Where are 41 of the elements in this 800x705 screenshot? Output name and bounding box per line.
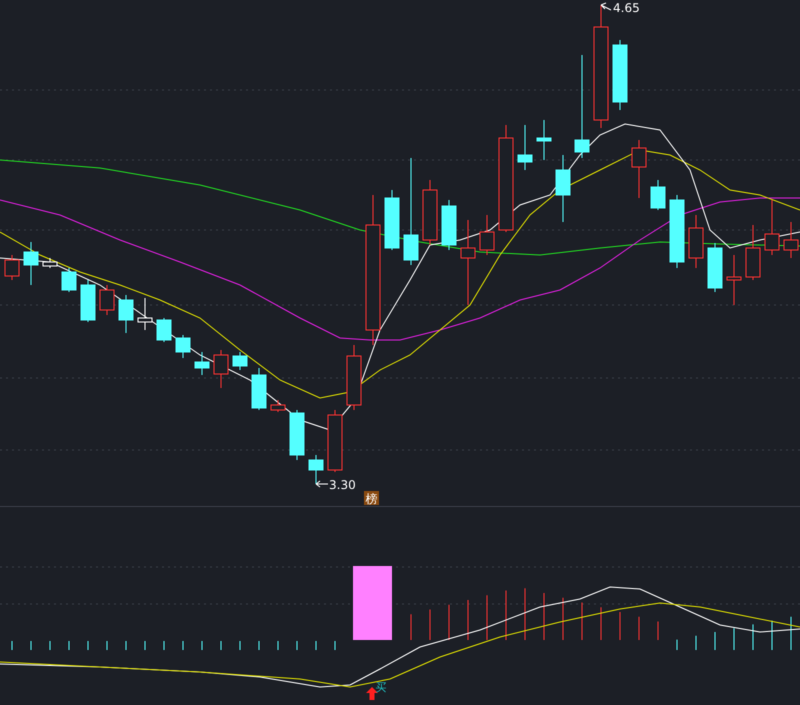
candlestick — [308, 454, 324, 484]
candlestick — [118, 294, 134, 334]
candlestick — [176, 334, 190, 358]
candlestick — [156, 318, 172, 342]
candlestick — [232, 352, 248, 370]
candlestick — [62, 268, 76, 292]
candlestick — [708, 242, 722, 292]
high-price-label: 4.65 — [613, 1, 640, 15]
candlestick — [632, 140, 646, 198]
candlestick — [346, 344, 362, 410]
candlestick — [214, 350, 228, 388]
candlestick — [270, 400, 286, 412]
candlestick — [650, 180, 666, 210]
candlestick — [24, 242, 38, 286]
candlestick — [518, 124, 532, 170]
candlestick — [42, 258, 58, 268]
candlestick — [138, 298, 152, 330]
candlestick — [422, 180, 438, 246]
candlestick — [328, 410, 342, 472]
pointer-arrow-icon — [600, 2, 612, 10]
candlestick — [4, 254, 20, 280]
candlestick — [384, 190, 400, 250]
low-price-label: 3.30 — [329, 478, 356, 492]
candlestick — [688, 214, 704, 268]
rank-badge: 榜 — [364, 491, 379, 506]
candlestick — [442, 200, 456, 250]
candlestick — [290, 410, 304, 460]
candlestick — [612, 40, 628, 110]
candlestick — [536, 120, 552, 160]
candlestick — [746, 224, 760, 280]
candlestick — [726, 254, 742, 306]
candlestick — [100, 284, 114, 316]
candlestick — [80, 280, 96, 322]
buy-signal-label: 买 — [376, 681, 386, 694]
candlestick — [556, 154, 570, 222]
candlestick — [764, 200, 780, 256]
candlestick — [252, 368, 266, 410]
candlestick — [480, 214, 494, 256]
pointer-arrow-icon — [316, 480, 328, 488]
up-arrow-icon — [366, 687, 378, 700]
candlestick — [194, 352, 210, 376]
